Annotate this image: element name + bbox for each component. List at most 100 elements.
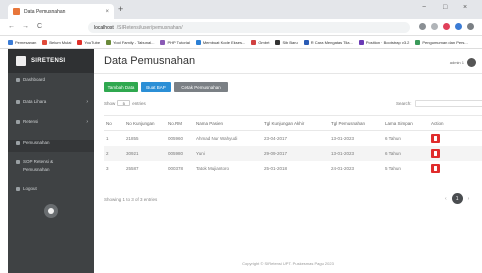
print-destruction-button[interactable]: Cetak Pemusnahan (174, 82, 228, 92)
bookmark-icon (195, 39, 201, 45)
avatar (467, 58, 476, 67)
entries-select[interactable]: 5 (117, 100, 131, 106)
column-header[interactable]: No Kunjungan (124, 115, 166, 131)
extension-icon[interactable] (455, 23, 462, 30)
chevron-right-icon: › (86, 119, 88, 125)
bookmark-icon (106, 39, 112, 45)
browser-tab[interactable]: Data Pemusnahan × (8, 4, 114, 19)
url-input[interactable]: localhost/SIRetensi/user/pemusnahan/ (88, 22, 410, 33)
sidebar-item-label-line: SOP Retensi & (23, 159, 54, 164)
bookmark-label: Belum Mulai (49, 39, 72, 45)
add-data-button[interactable]: Tambah Data (104, 82, 138, 92)
bookmark-item[interactable]: R Cara Mengatas Tila... (303, 39, 353, 45)
table-cell: 005980 (166, 145, 194, 161)
bookmark-label: Gmbrt (258, 39, 270, 45)
bookmark-icon (358, 39, 364, 45)
maximize-icon[interactable]: □ (443, 4, 447, 11)
column-header[interactable]: Lama Simpan (383, 115, 429, 131)
close-window-icon[interactable]: × (463, 4, 467, 11)
delete-button[interactable] (431, 148, 440, 158)
sidebar-item[interactable]: SOP Retensi & Pemusnahan (8, 159, 94, 179)
sidebar-toggle-button[interactable] (44, 204, 58, 218)
bookmark-item[interactable]: Membuat Kode Ekses... (195, 39, 246, 45)
table-cell: 25587 (126, 165, 139, 171)
tab-close-icon[interactable]: × (105, 9, 109, 15)
bookmark-item[interactable]: Pemesanan (8, 39, 36, 45)
column-header[interactable]: No (104, 115, 124, 131)
table-row: 2 30921 005980 Yuni 29-09-2017 13-01-2023 6 Ta… (104, 145, 482, 161)
extension-icon[interactable] (431, 23, 438, 30)
table-cell: 24-01-2023 (331, 165, 355, 171)
bookmark-item[interactable]: Pengumuman dan Pers... (415, 39, 468, 45)
sidebar-item[interactable]: Dashboard (8, 77, 94, 87)
table-cell: 005960 (168, 135, 184, 141)
extension-icon[interactable] (443, 23, 450, 30)
sidebar-item[interactable]: Logout (8, 186, 94, 196)
bookmark-icon (303, 39, 309, 45)
profile-icon[interactable] (467, 23, 474, 30)
url-path: /SIRetensi/user/pemusnahan/ (116, 24, 183, 31)
bookmark-item[interactable]: Yool Family - Tabunal... (106, 39, 154, 45)
search-input[interactable] (414, 100, 482, 107)
bookmark-icon (77, 39, 83, 45)
action-cell (429, 161, 482, 176)
bookmark-label: PHP Tutorial (167, 39, 190, 45)
sidebar-item[interactable]: Data Lihara › (8, 99, 94, 109)
bookmark-item[interactable]: Belum Mulai (42, 39, 72, 45)
bookmark-icon (251, 39, 257, 45)
next-page-button[interactable]: › (468, 196, 470, 202)
bookmark-icon (160, 39, 166, 45)
menu-icon (16, 78, 20, 82)
reload-icon[interactable]: C (37, 23, 42, 30)
previous-page-button[interactable]: ‹ (445, 196, 447, 202)
forward-icon[interactable]: → (22, 23, 29, 30)
column-header[interactable]: Nama Pasien (194, 115, 262, 131)
column-header[interactable]: Tgl Kunjungan Akhir (262, 115, 329, 131)
bookmark-item[interactable]: PHP Tutorial (160, 39, 190, 45)
bookmark-icon (8, 39, 13, 45)
bookmark-item[interactable]: Sib Baru (275, 39, 298, 45)
table-row: 3 25587 000378 Tatok Mujiantoro 25-01-2018 24… (104, 161, 482, 176)
table-search: Search: (396, 100, 482, 107)
bookmark-item[interactable]: Gmbrt (251, 39, 270, 45)
bookmark-label: Membuat Kode Ekses... (202, 39, 246, 45)
sidebar-item[interactable]: Pemusnahan (8, 140, 94, 152)
column-header[interactable]: Tgl Pemusnahan (329, 115, 383, 131)
user-name: admin 1 (449, 60, 464, 65)
browser-tab-bar: Data Pemusnahan × + − □ × (0, 0, 482, 19)
divider (94, 73, 482, 74)
column-header[interactable]: Action (429, 115, 482, 131)
address-bar-row: ← → C localhost/SIRetensi/user/pemusnaha… (0, 19, 482, 36)
bookmark-item[interactable]: Position · Bootstrap v3.2 (358, 39, 409, 45)
show-label: Show (104, 100, 116, 106)
bookmarks-bar: Pemesanan Belum Mulai YouTube Yool Family -… (0, 36, 482, 49)
back-icon[interactable]: ← (8, 23, 15, 30)
entries-length: Show 5 entries (104, 100, 146, 106)
page-1-button[interactable]: 1 (451, 193, 463, 204)
delete-button[interactable] (431, 133, 440, 143)
pagination: ‹ 1 › (445, 193, 469, 204)
menu-icon (16, 160, 20, 164)
bookmark-icon (42, 39, 48, 45)
favicon-icon (13, 8, 20, 15)
user-menu[interactable]: admin 1 (450, 58, 476, 67)
new-tab-button[interactable]: + (118, 5, 123, 14)
column-header[interactable]: No.RM (166, 115, 194, 131)
sidebar: SIRETENSI Dashboard Data Lihara › Retensi › P… (8, 49, 94, 273)
table-row: 1 21855 005960 Ahmad Nur Wahyudi 23-04-2017 1… (104, 131, 482, 146)
bookmark-item[interactable]: YouTube (77, 39, 100, 45)
minimize-icon[interactable]: − (422, 4, 426, 11)
delete-button[interactable] (431, 163, 440, 173)
bookmark-label: Sib Baru (282, 39, 298, 45)
table-cell: 29-09-2017 (262, 145, 329, 161)
bookmark-label: R Cara Mengatas Tila... (310, 39, 353, 45)
sidebar-item[interactable]: Retensi › (8, 119, 94, 129)
table-cell: Ahmad Nur Wahyudi (196, 135, 238, 141)
menu-icon (16, 120, 20, 124)
main-content: Data Pemusnahan admin 1 Tambah Data Buat… (94, 49, 482, 273)
table-cell: 6 Tahun (385, 135, 401, 141)
brand[interactable]: SIRETENSI (8, 49, 94, 73)
extension-icon[interactable] (419, 23, 426, 30)
sidebar-item-label-line: Retensi (23, 119, 39, 124)
create-bap-button[interactable]: Buat BAP (141, 82, 171, 92)
